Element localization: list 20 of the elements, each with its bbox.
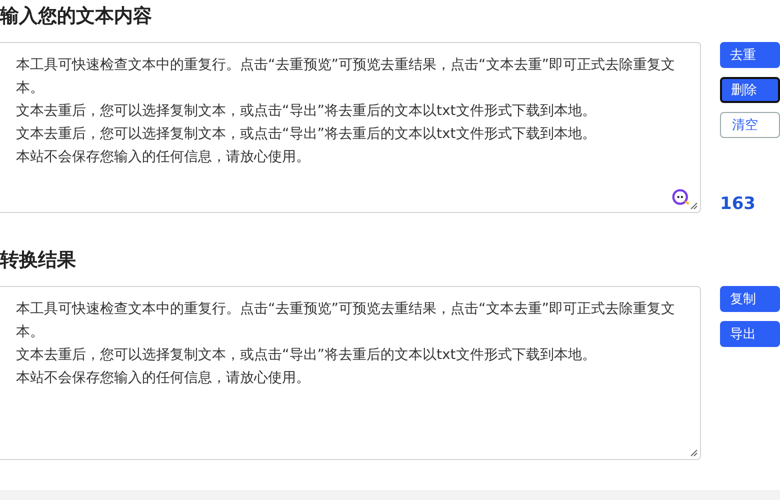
resize-handle-icon[interactable]	[690, 202, 698, 210]
text-area[interactable]: 本工具可快速检查文本中的重复行。点击“去重预览”可预览去重结果，点击“文本去重”即可正式去除重复文本。 文本去重后，您可以选择复制文本，或点击“导出”将去重后的文本以txt文件形式下载到本地。 本站不会保存您输入的任何信息，请放心使用。	[0, 286, 701, 460]
action-button[interactable]: 去重	[720, 42, 780, 68]
action-button[interactable]: 清空	[720, 112, 780, 138]
text-line: 本工具可快速检查文本中的重复行。点击“去重预览”可预览去重结果，点击“文本去重”即可正式去除重复文本。	[16, 300, 676, 342]
section-heading: 输入您的文本内容	[0, 4, 153, 28]
text-line: 本站不会保存您输入的任何信息，请放心使用。	[16, 369, 311, 388]
character-count: 163	[720, 194, 756, 214]
action-button[interactable]: 删除	[720, 77, 780, 103]
text-line: 文本去重后，您可以选择复制文本，或点击“导出”将去重后的文本以txt文件形式下载到本地。	[16, 346, 597, 365]
text-line: 文本去重后，您可以选择复制文本，或点击“导出”将去重后的文本以txt文件形式下载到本地。	[16, 125, 597, 144]
resize-handle-icon[interactable]	[690, 449, 698, 457]
text-line: 文本去重后，您可以选择复制文本，或点击“导出”将去重后的文本以txt文件形式下载到本地。	[16, 102, 597, 121]
text-line: 本站不会保存您输入的任何信息，请放心使用。	[16, 148, 311, 167]
assistant-icon[interactable]	[672, 188, 690, 206]
text-line: 本工具可快速检查文本中的重复行。点击“去重预览”可预览去重结果，点击“文本去重”即可正式去除重复文本。	[16, 56, 676, 98]
text-area[interactable]: 本工具可快速检查文本中的重复行。点击“去重预览”可预览去重结果，点击“文本去重”即可正式去除重复文本。 文本去重后，您可以选择复制文本，或点击“导出”将去重后的文本以txt文件形式下载到本地。 文本去重后，您可以选择复制文本，或点击“导出”将去重后的文本以txt文件形式下载到本地。 本站不会保存您输入的任何信息，请放心使用。	[0, 42, 701, 213]
action-button[interactable]: 导出	[720, 321, 780, 347]
action-button[interactable]: 复制	[720, 286, 780, 312]
section-heading: 转换结果	[0, 248, 77, 272]
